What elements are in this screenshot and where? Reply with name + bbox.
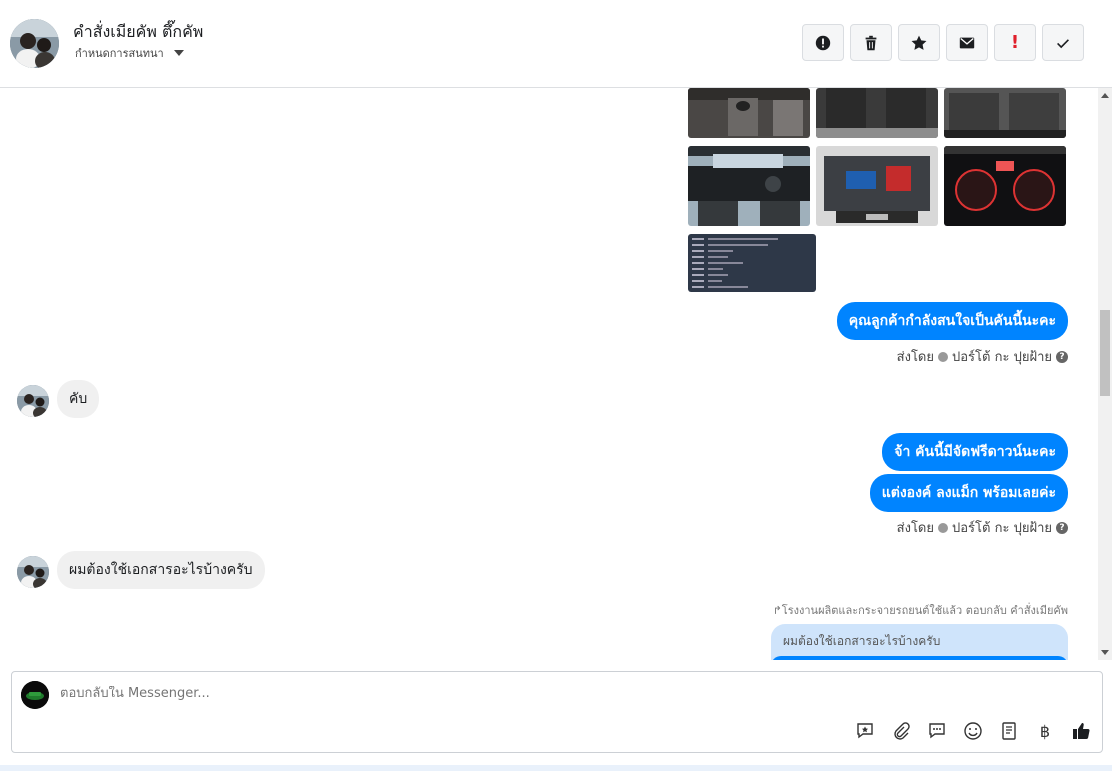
sent-by-label: ส่งโดย — [896, 521, 934, 536]
contact-name: คำสั่งเมียคัพ ตึ๊กคัพ — [73, 22, 204, 41]
mark-important-button[interactable]: ! — [994, 24, 1036, 61]
star-icon — [911, 35, 927, 50]
conversation-header: คำสั่งเมียคัพ ตึ๊กคัพ กำหนดการสนทนา ! — [0, 0, 1112, 88]
verified-icon — [938, 522, 948, 533]
envelope-icon — [959, 37, 975, 48]
outgoing-message[interactable]: แต่งองค์ ลงแม็ก พร้อมเลยค่ะ — [869, 474, 1068, 512]
conversation-settings-label: กำหนดการสนทนา — [75, 47, 164, 60]
incoming-message[interactable]: ผมต้องใช้เอกสารอะไรบ้างครับ — [57, 551, 265, 589]
car-photo-front-seats[interactable] — [816, 88, 938, 138]
saved-reply-icon — [929, 723, 945, 739]
mark-done-button[interactable] — [1042, 24, 1084, 61]
conversation-settings-dropdown[interactable]: กำหนดการสนทนา — [75, 44, 184, 62]
bottom-strip — [0, 765, 1112, 771]
thread-toolbar: ! — [802, 24, 1084, 61]
star-button[interactable] — [898, 24, 940, 61]
contact-avatar-small[interactable] — [17, 385, 49, 417]
payment-button[interactable]: ฿ — [1034, 720, 1056, 742]
car-photo-gauges[interactable] — [944, 146, 1066, 226]
like-icon — [1073, 723, 1090, 739]
reply-context-note: ↱โรงงานผลิตและกระจายรถยนต์ใช้แล้ว ตอบกลั… — [772, 604, 1068, 617]
sender-name[interactable]: ปอร์โต้ กะ ปุยฝ้าย — [952, 346, 1052, 367]
attach-button[interactable] — [890, 720, 912, 742]
like-button[interactable] — [1070, 720, 1092, 742]
trash-icon — [865, 35, 877, 50]
mark-unread-button[interactable] — [946, 24, 988, 61]
caret-down-icon — [173, 50, 184, 56]
spam-icon — [815, 35, 831, 50]
attachment-icon — [894, 722, 910, 740]
scroll-down-icon[interactable] — [1101, 650, 1109, 655]
mark-spam-button[interactable] — [802, 24, 844, 61]
check-icon — [1057, 38, 1069, 48]
payment-icon: ฿ — [1039, 721, 1051, 741]
contact-avatar-small[interactable] — [17, 556, 49, 588]
saved-replies-button[interactable] — [926, 720, 948, 742]
help-icon[interactable]: ? — [1056, 521, 1068, 534]
sent-by-info: ส่งโดย ปอร์โต้ กะ ปุยฝ้าย ? — [897, 346, 1068, 367]
car-spec-sheet-image[interactable] — [688, 234, 816, 292]
message-composer: ฿ — [11, 671, 1103, 753]
car-photo-gearshift[interactable] — [688, 88, 810, 138]
outgoing-message[interactable]: จ้า คันนี้มีจัดฟรีดาวน์นะคะ — [882, 433, 1068, 471]
incoming-message[interactable]: คับ — [57, 380, 100, 418]
emoji-button[interactable] — [962, 720, 984, 742]
scroll-up-icon[interactable] — [1101, 93, 1109, 98]
message-thread[interactable]: คุณลูกค้ากำลังสนใจเป็นคันนี้นะคะ ส่งโดย … — [0, 88, 1098, 660]
car-photo-dashboard[interactable] — [688, 146, 810, 226]
notes-button[interactable] — [998, 720, 1020, 742]
quoted-message[interactable]: ผมต้องใช้เอกสารอะไรบ้างครับ — [771, 624, 1068, 660]
emoji-reply-button[interactable] — [854, 720, 876, 742]
reply-input[interactable] — [60, 686, 760, 701]
important-icon: ! — [1010, 32, 1020, 53]
help-icon[interactable]: ? — [1056, 350, 1068, 363]
thread-scrollbar[interactable] — [1098, 88, 1112, 660]
emoji-icon — [964, 722, 982, 740]
delete-button[interactable] — [850, 24, 892, 61]
car-photo-rear-seats[interactable] — [944, 88, 1066, 138]
outgoing-reply-bubble[interactable] — [771, 656, 1068, 660]
car-photo-engine[interactable] — [816, 146, 938, 226]
scrollbar-thumb[interactable] — [1100, 310, 1110, 396]
outgoing-message[interactable]: คุณลูกค้ากำลังสนใจเป็นคันนี้นะคะ — [836, 302, 1068, 340]
book-icon — [1002, 722, 1016, 740]
sent-by-label: ส่งโดย — [896, 350, 934, 365]
verified-icon — [938, 351, 948, 362]
contact-avatar[interactable] — [10, 19, 59, 68]
composer-actions: ฿ — [854, 720, 1092, 742]
sent-by-info: ส่งโดย ปอร์โต้ กะ ปุยฝ้าย ? — [897, 517, 1068, 538]
sender-name[interactable]: ปอร์โต้ กะ ปุยฝ้าย — [952, 517, 1052, 538]
page-avatar — [21, 681, 49, 709]
emoji-reply-icon — [857, 723, 873, 739]
